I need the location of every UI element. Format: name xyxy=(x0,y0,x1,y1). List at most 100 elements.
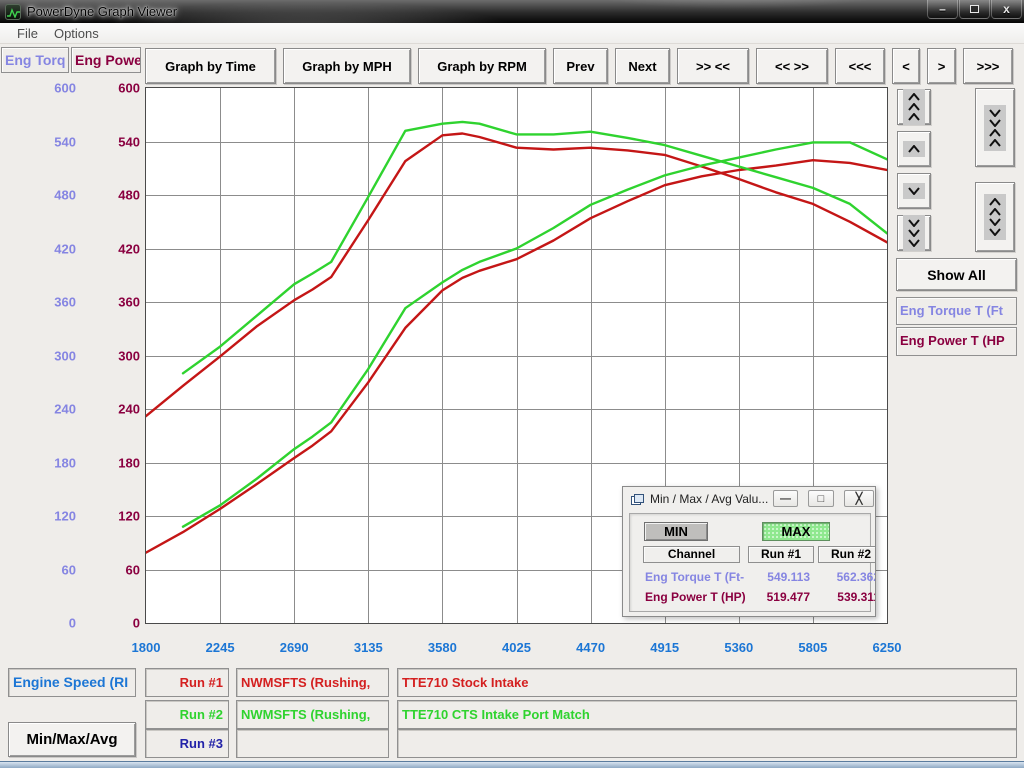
zoom-out-y-button[interactable] xyxy=(975,182,1015,252)
xtick-4025: 4025 xyxy=(502,640,531,655)
power-axis-button[interactable]: Eng Powe xyxy=(71,47,141,73)
minmax-window: Min / Max / Avg Valu... — □ ╳ MIN MAX Ch… xyxy=(622,486,876,617)
window-title: PowerDyne Graph Viewer xyxy=(27,4,177,19)
xtick-2245: 2245 xyxy=(206,640,235,655)
ytick-power-600: 600 xyxy=(76,81,140,96)
ytick-torque-480: 480 xyxy=(0,188,76,203)
xtick-4915: 4915 xyxy=(650,640,679,655)
toolbar: Graph by TimeGraph by MPHGraph by RPMPre… xyxy=(145,48,1013,84)
scroll-down-button[interactable] xyxy=(897,173,931,209)
toolbar-button-graph-by-mph[interactable]: Graph by MPH xyxy=(283,48,411,84)
toolbar-button-[interactable]: >> << xyxy=(677,48,749,84)
menu-bar: FileOptions xyxy=(0,23,1024,44)
legend-torque-label: Eng Torque T (Ft xyxy=(896,297,1017,325)
minmax-row-run2-value: 562.362 xyxy=(818,570,876,584)
minmax-close-button[interactable]: ╳ xyxy=(844,490,874,507)
ytick-power-540: 540 xyxy=(76,134,140,149)
scroll-up-fast-button-icon-patch xyxy=(903,89,925,125)
menu-item-options[interactable]: Options xyxy=(46,24,107,43)
zoom-in-y-button[interactable] xyxy=(975,88,1015,167)
minmax-row-run1-value: 549.113 xyxy=(748,570,810,584)
toolbar-button-[interactable]: > xyxy=(927,48,956,84)
scroll-down-fast-button[interactable] xyxy=(897,215,931,251)
restore-icon xyxy=(970,5,979,13)
ytick-torque-300: 300 xyxy=(0,348,76,363)
chevron-up-icon xyxy=(989,198,1001,206)
minmax-column-run-1: Run #1 xyxy=(748,546,814,563)
curve-torque-run1 xyxy=(146,134,887,417)
toolbar-button-prev[interactable]: Prev xyxy=(553,48,608,84)
minmax-panel: MIN MAX ChannelRun #1Run #2Eng Torque T … xyxy=(629,513,871,612)
ytick-torque-360: 360 xyxy=(0,295,76,310)
legend-power-label: Eng Power T (HP xyxy=(896,327,1017,356)
toolbar-button-[interactable]: <<< xyxy=(835,48,885,84)
toolbar-button-[interactable]: << >> xyxy=(756,48,828,84)
minmaxavg-button[interactable]: Min/Max/Avg xyxy=(8,722,136,757)
minimize-button[interactable]: – xyxy=(927,0,958,19)
chevron-up-icon xyxy=(989,208,1001,216)
run-1-name-box: NWMSFTS (Rushing, xyxy=(236,668,389,697)
chevron-down-icon xyxy=(989,228,1001,236)
xtick-3580: 3580 xyxy=(428,640,457,655)
ytick-torque-540: 540 xyxy=(0,134,76,149)
toolbar-button-next[interactable]: Next xyxy=(615,48,670,84)
max-button[interactable]: MAX xyxy=(762,522,830,541)
ytick-power-0: 0 xyxy=(76,616,140,631)
xtick-2690: 2690 xyxy=(280,640,309,655)
minmax-minimize-button[interactable]: — xyxy=(773,490,798,507)
minmax-title-bar[interactable]: Min / Max / Avg Valu... — □ ╳ xyxy=(623,487,875,511)
restore-button[interactable] xyxy=(959,0,990,19)
chevron-down-icon xyxy=(989,119,1001,127)
minmax-row-channel: Eng Torque T (Ft- xyxy=(645,570,744,584)
run-label-2: Run #2 xyxy=(145,700,229,729)
chevron-up-icon xyxy=(989,139,1001,147)
scroll-up-fast-button[interactable] xyxy=(897,89,931,125)
menu-item-file[interactable]: File xyxy=(9,24,46,43)
scroll-down-fast-button-icon-patch xyxy=(903,215,925,251)
minmax-restore-button[interactable]: □ xyxy=(808,490,834,507)
minmax-column-run-2: Run #2 xyxy=(818,546,876,563)
run-2-description-box: TTE710 CTS Intake Port Match xyxy=(397,700,1017,729)
powerdyne-window: PowerDyne Graph Viewer – x FileOptions E… xyxy=(0,0,1024,768)
close-button[interactable]: x xyxy=(991,0,1022,19)
ytick-power-120: 120 xyxy=(76,509,140,524)
engine-speed-label: Engine Speed (RI xyxy=(8,668,136,697)
title-bar: PowerDyne Graph Viewer – x xyxy=(0,0,1024,23)
ytick-power-420: 420 xyxy=(76,241,140,256)
show-all-button[interactable]: Show All xyxy=(896,258,1017,291)
ytick-torque-180: 180 xyxy=(0,455,76,470)
chevron-down-icon xyxy=(908,219,920,227)
xtick-1800: 1800 xyxy=(132,640,161,655)
run-3-name-box xyxy=(236,729,389,758)
run-3-description-box xyxy=(397,729,1017,758)
minmax-column-channel: Channel xyxy=(643,546,740,563)
chevron-down-icon xyxy=(908,239,920,247)
toolbar-button-[interactable]: < xyxy=(892,48,920,84)
minmax-window-title: Min / Max / Avg Valu... xyxy=(650,492,768,506)
run-2-name-box: NWMSFTS (Rushing, xyxy=(236,700,389,729)
chevron-up-icon xyxy=(908,145,920,153)
scroll-up-button[interactable] xyxy=(897,131,931,167)
ytick-power-480: 480 xyxy=(76,188,140,203)
minmax-row-run1-value: 519.477 xyxy=(748,590,810,604)
run-label-1: Run #1 xyxy=(145,668,229,697)
ytick-torque-120: 120 xyxy=(0,509,76,524)
xtick-5360: 5360 xyxy=(724,640,753,655)
chevron-up-icon xyxy=(908,113,920,121)
chevron-up-icon xyxy=(908,103,920,111)
window-controls: – x xyxy=(926,0,1022,19)
chevron-down-icon xyxy=(989,218,1001,226)
xtick-3135: 3135 xyxy=(354,640,383,655)
chevron-up-icon xyxy=(908,93,920,101)
xtick-6250: 6250 xyxy=(873,640,902,655)
min-button[interactable]: MIN xyxy=(644,522,708,541)
ytick-power-60: 60 xyxy=(76,562,140,577)
xtick-5805: 5805 xyxy=(798,640,827,655)
xtick-4470: 4470 xyxy=(576,640,605,655)
toolbar-button-graph-by-rpm[interactable]: Graph by RPM xyxy=(418,48,546,84)
ytick-power-240: 240 xyxy=(76,402,140,417)
torque-axis-button[interactable]: Eng Torq xyxy=(1,47,69,73)
toolbar-button-graph-by-time[interactable]: Graph by Time xyxy=(145,48,276,84)
app-icon xyxy=(5,4,21,20)
toolbar-button-[interactable]: >>> xyxy=(963,48,1013,84)
